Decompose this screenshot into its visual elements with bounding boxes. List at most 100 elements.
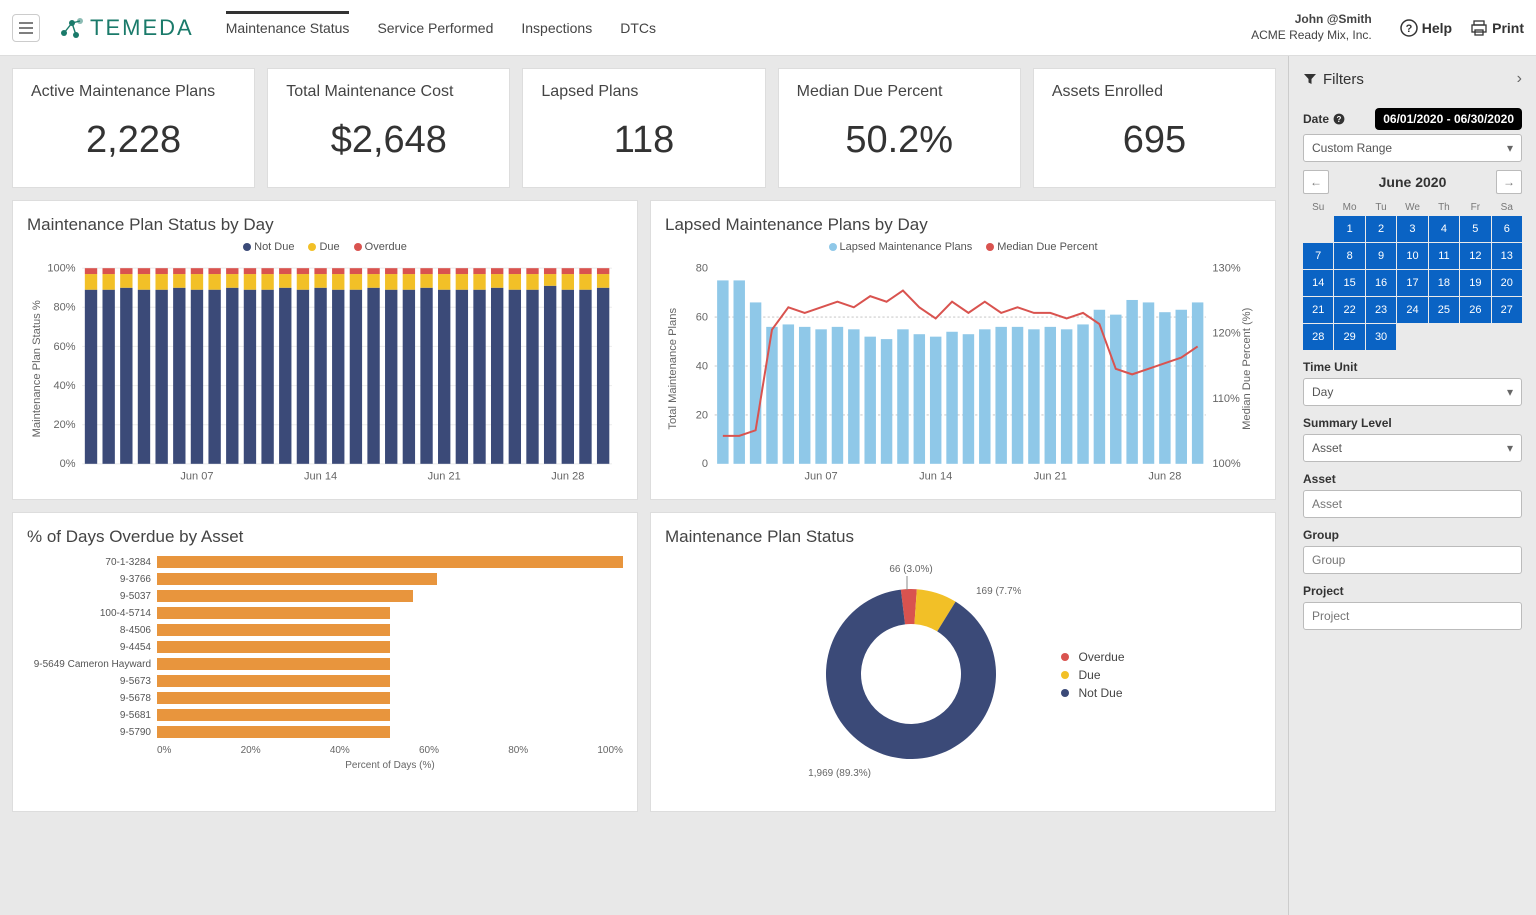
date-range-pill: 06/01/2020 - 06/30/2020: [1375, 108, 1522, 130]
cal-day[interactable]: 12: [1460, 243, 1490, 269]
user-name: John @Smith: [1251, 12, 1372, 28]
svg-text:0%: 0%: [60, 458, 76, 470]
print-button[interactable]: Print: [1470, 19, 1524, 37]
help-button[interactable]: ? Help: [1400, 19, 1452, 37]
date-label: Date: [1303, 112, 1329, 126]
svg-text:169 (7.7%): 169 (7.7%): [976, 586, 1021, 597]
chart-title: Maintenance Plan Status by Day: [27, 215, 623, 235]
cal-day[interactable]: 5: [1460, 216, 1490, 242]
cal-day[interactable]: 27: [1492, 297, 1522, 323]
svg-text:20: 20: [696, 409, 708, 421]
chart-legend: Lapsed Maintenance Plans Median Due Perc…: [665, 241, 1261, 253]
svg-text:80%: 80%: [53, 302, 75, 314]
kpi-title: Active Maintenance Plans: [31, 83, 236, 101]
tab-dtcs[interactable]: DTCs: [620, 14, 656, 42]
collapse-filters-icon[interactable]: ›: [1517, 70, 1522, 88]
cal-day[interactable]: 19: [1460, 270, 1490, 296]
svg-text:66 (3.0%): 66 (3.0%): [890, 564, 933, 575]
cal-day[interactable]: 11: [1429, 243, 1459, 269]
cal-month-title: June 2020: [1379, 174, 1447, 190]
cal-day[interactable]: 10: [1397, 243, 1427, 269]
cal-day[interactable]: 14: [1303, 270, 1333, 296]
cal-day[interactable]: 3: [1397, 216, 1427, 242]
chart-title: Lapsed Maintenance Plans by Day: [665, 215, 1261, 235]
cal-day[interactable]: 16: [1366, 270, 1396, 296]
kpi-title: Median Due Percent: [797, 83, 1002, 101]
time-unit-select[interactable]: Day: [1303, 378, 1522, 406]
cal-day[interactable]: 18: [1429, 270, 1459, 296]
group-input[interactable]: [1303, 546, 1522, 574]
svg-text:Total Maintenance Plans: Total Maintenance Plans: [667, 308, 679, 430]
cal-day[interactable]: 2: [1366, 216, 1396, 242]
kpi-card: Total Maintenance Cost$2,648: [267, 68, 510, 188]
cal-day[interactable]: 20: [1492, 270, 1522, 296]
cal-day[interactable]: 6: [1492, 216, 1522, 242]
card-lapsed-by-day: Lapsed Maintenance Plans by Day Lapsed M…: [650, 200, 1276, 500]
svg-text:Jun 14: Jun 14: [919, 470, 952, 482]
summary-level-label: Summary Level: [1303, 416, 1522, 430]
cal-day[interactable]: 15: [1334, 270, 1364, 296]
cal-day[interactable]: 7: [1303, 243, 1333, 269]
info-icon[interactable]: ?: [1333, 113, 1345, 125]
brand-logo: TEMEDA: [58, 15, 194, 41]
svg-text:110%: 110%: [1212, 393, 1240, 405]
cal-day[interactable]: 21: [1303, 297, 1333, 323]
kpi-value: 2,228: [31, 119, 236, 162]
nav-tabs: Maintenance Status Service Performed Ins…: [226, 14, 656, 42]
filters-panel: Filters › Date ? 06/01/2020 - 06/30/2020…: [1288, 56, 1536, 915]
cal-day[interactable]: 4: [1429, 216, 1459, 242]
cal-day[interactable]: 29: [1334, 324, 1364, 350]
svg-text:Jun 07: Jun 07: [805, 470, 838, 482]
tab-maintenance-status[interactable]: Maintenance Status: [226, 11, 350, 42]
card-plan-status: Maintenance Plan Status 66 (3.0%) 169 (7.…: [650, 512, 1276, 812]
svg-text:Median Due Percent (%): Median Due Percent (%): [1241, 308, 1253, 430]
menu-button[interactable]: [12, 14, 40, 42]
kpi-card: Active Maintenance Plans 2,228: [12, 68, 255, 188]
svg-text:Jun 28: Jun 28: [551, 470, 584, 482]
svg-text:Jun 21: Jun 21: [1034, 470, 1067, 482]
cal-prev-button[interactable]: ←: [1303, 170, 1329, 194]
range-type-select[interactable]: Custom Range: [1303, 134, 1522, 162]
cal-day[interactable]: 17: [1397, 270, 1427, 296]
cal-day[interactable]: 26: [1460, 297, 1490, 323]
cal-day[interactable]: 28: [1303, 324, 1333, 350]
asset-input[interactable]: [1303, 490, 1522, 518]
cal-day[interactable]: 24: [1397, 297, 1427, 323]
svg-text:130%: 130%: [1212, 262, 1240, 274]
svg-text:20%: 20%: [53, 419, 75, 431]
tab-inspections[interactable]: Inspections: [521, 14, 592, 42]
summary-level-select[interactable]: Asset: [1303, 434, 1522, 462]
kpi-value: 50.2%: [797, 119, 1002, 162]
tab-service-performed[interactable]: Service Performed: [377, 14, 493, 42]
svg-text:Maintenance Plan Status %: Maintenance Plan Status %: [31, 300, 43, 437]
svg-text:Jun 28: Jun 28: [1148, 470, 1181, 482]
asset-label: Asset: [1303, 472, 1522, 486]
dashboard-content: Active Maintenance Plans 2,228 Total Maint…: [0, 56, 1288, 915]
cal-day[interactable]: 8: [1334, 243, 1364, 269]
calendar: ← June 2020 → SuMoTuWeThFrSa123456789101…: [1303, 170, 1522, 350]
svg-text:Jun 21: Jun 21: [428, 470, 461, 482]
cal-day[interactable]: 25: [1429, 297, 1459, 323]
svg-text:100%: 100%: [47, 262, 75, 274]
svg-text:0: 0: [702, 458, 708, 470]
chart-title: Maintenance Plan Status: [665, 527, 1261, 547]
svg-text:1,969 (89.3%): 1,969 (89.3%): [809, 768, 872, 779]
svg-text:Jun 14: Jun 14: [304, 470, 337, 482]
svg-text:?: ?: [1405, 23, 1412, 35]
kpi-title: Total Maintenance Cost: [286, 83, 491, 101]
cal-day[interactable]: 1: [1334, 216, 1364, 242]
cal-day[interactable]: 13: [1492, 243, 1522, 269]
brand-text: TEMEDA: [90, 15, 194, 41]
kpi-card: Median Due Percent 50.2%: [778, 68, 1021, 188]
svg-text:60%: 60%: [53, 341, 75, 353]
cal-day[interactable]: 30: [1366, 324, 1396, 350]
svg-text:Jun 07: Jun 07: [180, 470, 213, 482]
cal-next-button[interactable]: →: [1496, 170, 1522, 194]
cal-day[interactable]: 23: [1366, 297, 1396, 323]
project-input[interactable]: [1303, 602, 1522, 630]
help-icon: ?: [1400, 19, 1418, 37]
logo-icon: [58, 15, 84, 41]
cal-day[interactable]: 9: [1366, 243, 1396, 269]
cal-day[interactable]: 22: [1334, 297, 1364, 323]
company-name: ACME Ready Mix, Inc.: [1251, 28, 1372, 44]
